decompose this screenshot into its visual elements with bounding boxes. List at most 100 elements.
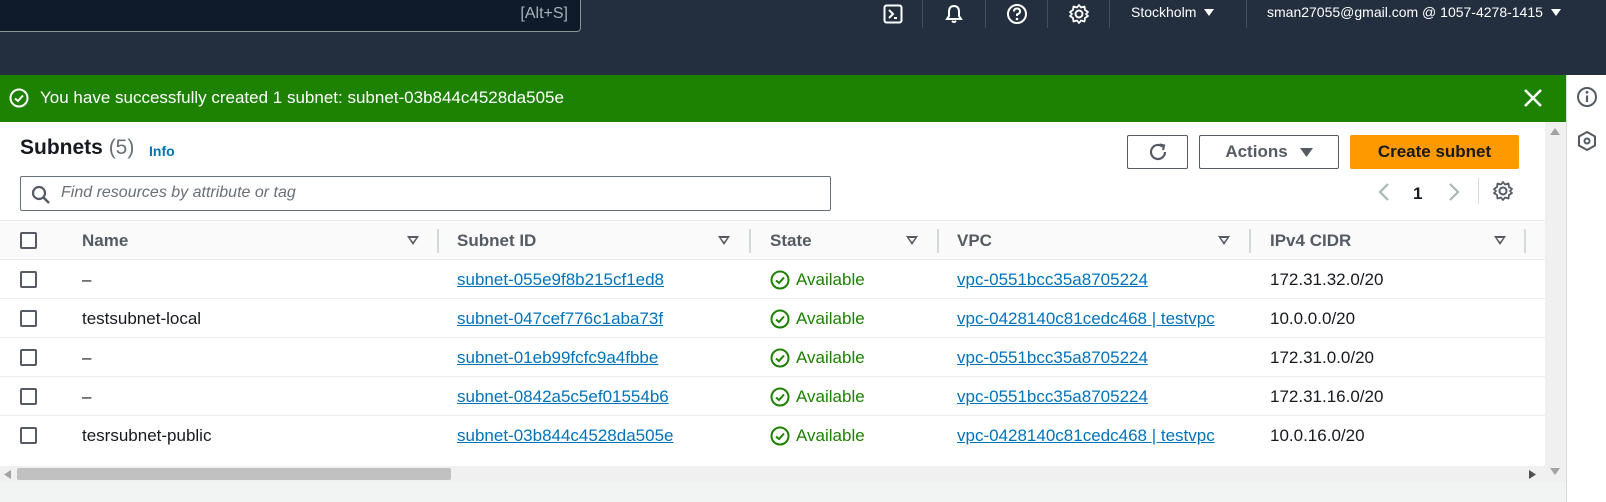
scroll-right-arrow-icon[interactable] — [1529, 470, 1536, 479]
account-label: sman27055@gmail.com @ 1057-4278-1415 — [1267, 4, 1543, 20]
table-row[interactable]: testsubnet-local subnet-047cef776c1aba73… — [0, 299, 1545, 338]
actions-label: Actions — [1225, 142, 1288, 161]
state-label: Available — [796, 387, 865, 406]
column-header-name[interactable]: Name — [82, 231, 128, 251]
sort-icon[interactable] — [906, 236, 918, 245]
sort-icon[interactable] — [1494, 236, 1506, 245]
state-label: Available — [796, 426, 865, 445]
column-header-state[interactable]: State — [770, 231, 812, 251]
table-row[interactable]: – subnet-0842a5c5ef01554b6 Available vpc… — [0, 377, 1545, 416]
region-selector[interactable]: Stockholm — [1131, 4, 1215, 20]
cell-name: tesrsubnet-public — [82, 426, 212, 445]
nav-separator — [922, 0, 923, 28]
row-checkbox[interactable] — [20, 388, 37, 405]
scroll-left-arrow-icon[interactable] — [4, 470, 11, 479]
column-header-subnet-id[interactable]: Subnet ID — [457, 231, 536, 251]
cell-vpc-link[interactable]: vpc-0428140c81cedc468 | testvpc — [957, 309, 1232, 329]
help-icon[interactable] — [1005, 0, 1029, 28]
nav-separator — [1109, 0, 1110, 28]
chevron-right-icon[interactable] — [1447, 182, 1461, 202]
column-resizer[interactable] — [1524, 229, 1526, 253]
filter-box[interactable] — [20, 176, 831, 211]
sort-icon[interactable] — [1218, 236, 1230, 245]
column-resizer[interactable] — [937, 229, 939, 253]
refresh-button[interactable] — [1127, 135, 1188, 169]
horizontal-scrollbar[interactable] — [0, 466, 1545, 482]
cell-state: Available — [770, 348, 865, 368]
sort-icon[interactable] — [718, 236, 730, 245]
info-icon[interactable] — [1575, 85, 1599, 109]
status-available-icon — [770, 309, 790, 329]
panel-title-text: Subnets — [20, 136, 103, 159]
table-header: Name Subnet ID State VPC IPv4 CIDR — [0, 220, 1545, 260]
info-link[interactable]: Info — [149, 143, 175, 159]
chevron-down-icon — [1550, 8, 1561, 16]
cell-vpc-link[interactable]: vpc-0551bcc35a8705224 — [957, 387, 1232, 407]
scroll-up-arrow-icon[interactable] — [1550, 128, 1560, 135]
column-header-vpc[interactable]: VPC — [957, 231, 992, 251]
table-row[interactable]: tesrsubnet-public subnet-03b844c4528da50… — [0, 416, 1545, 455]
row-checkbox[interactable] — [20, 349, 37, 366]
global-search-box[interactable]: [Alt+S] — [0, 0, 581, 32]
state-label: Available — [796, 348, 865, 367]
region-label: Stockholm — [1131, 4, 1197, 20]
create-subnet-button[interactable]: Create subnet — [1350, 135, 1519, 169]
cell-subnet-id-link[interactable]: subnet-01eb99fcfc9a4fbbe — [457, 348, 658, 368]
row-checkbox[interactable] — [20, 427, 37, 444]
column-resizer[interactable] — [437, 229, 439, 253]
cell-name: testsubnet-local — [82, 309, 202, 328]
sort-icon[interactable] — [407, 236, 419, 245]
cloudshell-icon[interactable] — [881, 0, 905, 28]
cell-state: Available — [770, 309, 865, 329]
select-all-checkbox[interactable] — [20, 232, 37, 249]
table-row[interactable]: – subnet-055e9f8b215cf1ed8 Available vpc… — [0, 260, 1545, 299]
bell-icon[interactable] — [942, 0, 966, 28]
refresh-icon — [1149, 143, 1166, 161]
account-menu[interactable]: sman27055@gmail.com @ 1057-4278-1415 — [1267, 4, 1561, 20]
cell-vpc-link[interactable]: vpc-0551bcc35a8705224 — [957, 348, 1232, 368]
column-resizer[interactable] — [749, 229, 751, 253]
page-number[interactable]: 1 — [1413, 184, 1422, 204]
search-icon — [31, 185, 50, 204]
row-checkbox[interactable] — [20, 310, 37, 327]
scroll-down-arrow-icon[interactable] — [1550, 468, 1560, 475]
chevron-down-icon — [1204, 8, 1215, 16]
row-checkbox[interactable] — [20, 271, 37, 288]
cell-subnet-id-link[interactable]: subnet-055e9f8b215cf1ed8 — [457, 270, 664, 290]
cell-ipv4-cidr: 172.31.0.0/20 — [1270, 348, 1374, 367]
state-label: Available — [796, 309, 865, 328]
right-tools-rail — [1566, 75, 1606, 502]
gear-icon[interactable] — [1492, 180, 1514, 202]
column-resizer[interactable] — [1249, 229, 1251, 253]
state-label: Available — [796, 270, 865, 289]
bottom-strip — [0, 482, 1566, 502]
cell-name: – — [82, 348, 92, 367]
hexagon-icon[interactable] — [1575, 129, 1599, 153]
subnets-panel: Subnets (5) Info Actions Create subnet 1… — [0, 122, 1545, 466]
nav-separator — [985, 0, 986, 28]
cell-state: Available — [770, 270, 865, 290]
cell-subnet-id-link[interactable]: subnet-0842a5c5ef01554b6 — [457, 387, 669, 407]
cell-name: – — [82, 387, 92, 406]
cell-state: Available — [770, 426, 865, 446]
table-row[interactable]: – subnet-01eb99fcfc9a4fbbe Available vpc… — [0, 338, 1545, 377]
cell-subnet-id-link[interactable]: subnet-047cef776c1aba73f — [457, 309, 663, 329]
nav-separator — [1047, 0, 1048, 28]
close-icon[interactable] — [1522, 87, 1544, 109]
vertical-scrollbar[interactable] — [1545, 122, 1566, 482]
filter-input[interactable] — [61, 184, 801, 202]
cell-vpc-link[interactable]: vpc-0551bcc35a8705224 — [957, 270, 1232, 290]
cell-subnet-id-link[interactable]: subnet-03b844c4528da505e — [457, 426, 673, 446]
success-check-icon — [9, 88, 29, 108]
column-header-ipv4-cidr[interactable]: IPv4 CIDR — [1270, 231, 1351, 251]
actions-dropdown-button[interactable]: Actions — [1199, 135, 1339, 169]
search-shortcut-hint: [Alt+S] — [520, 5, 568, 22]
caret-down-icon — [1299, 147, 1313, 157]
cell-vpc-link[interactable]: vpc-0428140c81cedc468 | testvpc — [957, 426, 1232, 446]
horizontal-scroll-thumb[interactable] — [17, 468, 451, 480]
top-navigation-bar: [Alt+S] Stockholm sman27055@gmail.com @ … — [0, 0, 1606, 75]
status-available-icon — [770, 270, 790, 290]
gear-icon[interactable] — [1067, 0, 1091, 28]
status-available-icon — [770, 387, 790, 407]
chevron-left-icon[interactable] — [1377, 182, 1391, 202]
